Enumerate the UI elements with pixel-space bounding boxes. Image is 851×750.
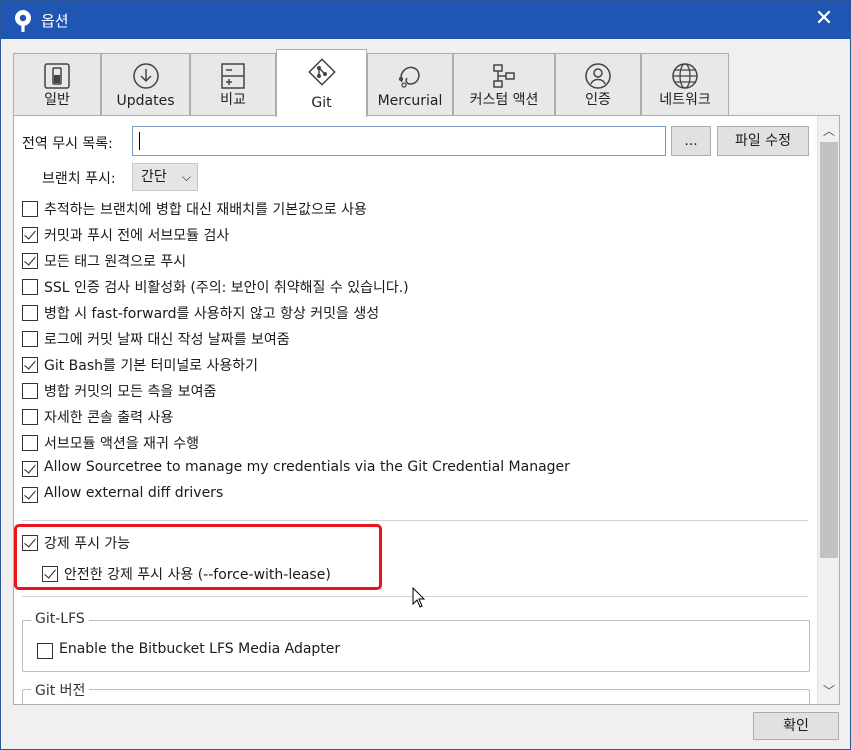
git-option-checkbox[interactable] [22, 279, 38, 295]
title-bar[interactable]: 옵션 ✕ [1, 1, 850, 39]
tab-mercurial[interactable]: Mercurial [367, 53, 453, 115]
git-option-label: 서브모듈 액션을 재귀 수행 [44, 436, 200, 452]
git-option-label: 병합 커밋의 모든 측을 보여줌 [44, 384, 217, 400]
tab-label: 네트워크 [659, 92, 711, 108]
tab-custom-actions[interactable]: 커스텀 액션 [453, 53, 555, 115]
git-option[interactable]: 서브모듈 액션을 재귀 수행 [22, 432, 782, 454]
tab-label: Git [311, 95, 332, 111]
updates-icon [132, 63, 159, 89]
tab-general[interactable]: 일반 [13, 53, 101, 115]
browse-button[interactable]: ... [671, 126, 711, 156]
git-version-legend: Git 버전 [31, 680, 90, 700]
tab-label: Mercurial [377, 93, 443, 109]
git-option-checkbox[interactable] [22, 331, 38, 347]
git-option-checkbox[interactable] [22, 435, 38, 451]
tab-diff[interactable]: 비교 [190, 53, 276, 115]
tab-updates[interactable]: Updates [101, 53, 190, 115]
global-ignore-label: 전역 무시 목록: [22, 136, 113, 152]
git-option[interactable]: Git Bash를 기본 터미널로 사용하기 [22, 354, 782, 376]
mercurial-icon [398, 66, 420, 88]
git-option[interactable]: SSL 인증 검사 비활성화 (주의: 보안이 취약해질 수 있습니다.) [22, 276, 782, 298]
tab-git[interactable]: Git [276, 49, 367, 117]
git-option-label: 모든 태그 원격으로 푸시 [44, 254, 187, 270]
git-option-checkbox[interactable] [22, 357, 38, 373]
git-version-group: Git 버전 [22, 680, 810, 704]
general-icon [44, 63, 70, 89]
close-icon[interactable]: ✕ [812, 7, 836, 31]
git-option-checkbox[interactable] [22, 253, 38, 269]
git-option[interactable]: 자세한 콘솔 출력 사용 [22, 406, 782, 428]
git-option[interactable]: 병합 커밋의 모든 측을 보여줌 [22, 380, 782, 402]
git-option-checkbox[interactable] [22, 227, 38, 243]
git-option-checkbox[interactable] [22, 409, 38, 425]
auth-icon [585, 63, 611, 89]
lfs-adapter-label: Enable the Bitbucket LFS Media Adapter [59, 641, 341, 657]
git-lfs-legend: Git-LFS [31, 611, 89, 627]
git-option[interactable]: 로그에 커밋 날짜 대신 작성 날짜를 보여줌 [22, 328, 782, 350]
git-option-label: SSL 인증 검사 비활성화 (주의: 보안이 취약해질 수 있습니다.) [44, 280, 409, 296]
git-option[interactable]: Allow external diff drivers [22, 484, 782, 506]
ok-button[interactable]: 확인 [753, 712, 839, 740]
highlight-box [14, 524, 382, 590]
mouse-cursor-icon [412, 587, 426, 608]
git-option-label: 로그에 커밋 날짜 대신 작성 날짜를 보여줌 [44, 332, 290, 348]
lfs-adapter-option[interactable]: Enable the Bitbucket LFS Media Adapter [37, 640, 357, 662]
tab-auth[interactable]: 인증 [555, 53, 641, 115]
chevron-down-icon: ⌵ [181, 170, 191, 184]
options-window: 옵션 ✕ 일반 Updates 비교 Git Mercurial 커스텀 액션 … [0, 0, 851, 750]
git-option[interactable]: 병합 시 fast-forward를 사용하지 않고 항상 커밋을 생성 [22, 302, 782, 324]
edit-file-button[interactable]: 파일 수정 [717, 126, 809, 156]
git-option-checkbox[interactable] [22, 305, 38, 321]
git-option-label: Allow Sourcetree to manage my credential… [44, 459, 570, 475]
git-option-label: 병합 시 fast-forward를 사용하지 않고 항상 커밋을 생성 [44, 306, 380, 322]
branch-push-select[interactable]: 간단 ⌵ [132, 163, 198, 191]
git-option-label: Allow external diff drivers [44, 485, 224, 501]
git-option-checkbox[interactable] [22, 201, 38, 217]
git-option[interactable]: 모든 태그 원격으로 푸시 [22, 250, 782, 272]
git-option-label: 커밋과 푸시 전에 서브모듈 검사 [44, 228, 230, 244]
git-option-checkbox[interactable] [22, 487, 38, 503]
window-title: 옵션 [41, 12, 69, 30]
branch-push-label: 브랜치 푸시: [42, 171, 116, 187]
tab-label: Updates [116, 93, 175, 109]
git-option-checkbox[interactable] [22, 383, 38, 399]
tab-label: 인증 [585, 92, 611, 108]
scroll-thumb[interactable] [820, 142, 838, 558]
git-option[interactable]: 커밋과 푸시 전에 서브모듈 검사 [22, 224, 782, 246]
git-option-label: 추적하는 브랜치에 병합 대신 재배치를 기본값으로 사용 [44, 202, 367, 218]
git-option-label: Git Bash를 기본 터미널로 사용하기 [44, 358, 259, 374]
diff-icon [221, 63, 245, 89]
global-ignore-input[interactable] [132, 126, 666, 156]
scroll-down-icon[interactable]: ﹀ [818, 680, 839, 702]
tab-network[interactable]: 네트워크 [641, 53, 729, 115]
scroll-up-icon[interactable]: ︿ [818, 120, 839, 142]
git-option-label: 자세한 콘솔 출력 사용 [44, 410, 174, 426]
tab-label: 일반 [44, 92, 70, 108]
git-settings-panel: 전역 무시 목록: ... 파일 수정 브랜치 푸시: 간단 ⌵ 추적하는 브랜… [13, 115, 840, 705]
git-lfs-group: Git-LFS Enable the Bitbucket LFS Media A… [22, 611, 810, 672]
tab-label: 비교 [220, 92, 246, 108]
tab-label: 커스텀 액션 [469, 92, 539, 108]
git-option[interactable]: 추적하는 브랜치에 병합 대신 재배치를 기본값으로 사용 [22, 198, 782, 220]
custom-actions-icon [493, 64, 515, 88]
git-option-checkbox[interactable] [22, 461, 38, 477]
sourcetree-logo-icon [15, 10, 31, 32]
git-icon [307, 58, 336, 86]
git-option[interactable]: Allow Sourcetree to manage my credential… [22, 458, 782, 480]
branch-push-value: 간단 [141, 169, 167, 185]
text-caret [139, 132, 140, 150]
vertical-scrollbar[interactable]: ︿ ﹀ [817, 116, 839, 704]
lfs-adapter-checkbox[interactable] [37, 643, 53, 659]
separator [22, 520, 808, 521]
network-icon [672, 63, 698, 89]
